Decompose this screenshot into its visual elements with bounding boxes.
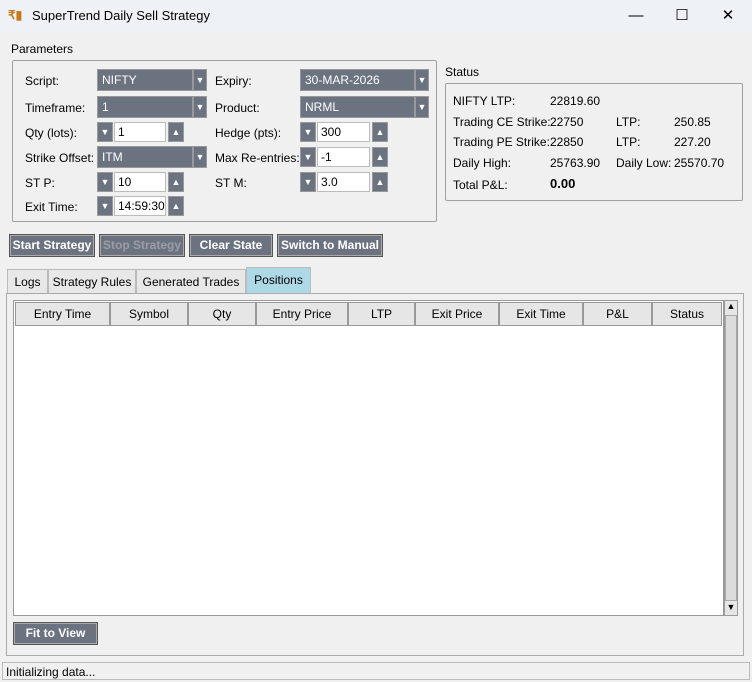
switch-to-manual-button[interactable]: Switch to Manual — [277, 234, 383, 257]
stp-decrement[interactable]: ▼ — [97, 172, 113, 192]
total-pnl-label: Total P&L: — [453, 178, 508, 192]
ce-ltp-label: LTP: — [616, 115, 641, 129]
ce-ltp-value: 250.85 — [674, 115, 711, 129]
stm-label: ST M: — [215, 176, 247, 190]
exit-time-input[interactable]: 14:59:30 — [114, 196, 166, 216]
tab-strategy-rules[interactable]: Strategy Rules — [48, 269, 136, 294]
column-header[interactable]: LTP — [348, 302, 415, 326]
reentries-label: Max Re-entries: — [215, 151, 300, 165]
scroll-up-icon[interactable]: ▲ — [725, 301, 737, 314]
chevron-down-icon[interactable]: ▼ — [415, 69, 429, 91]
daily-low-value: 25570.70 — [674, 156, 725, 170]
expiry-combo[interactable]: 30-MAR-2026 — [300, 69, 415, 91]
script-combo[interactable]: NIFTY — [97, 69, 193, 91]
exit-time-decrement[interactable]: ▼ — [97, 196, 113, 216]
column-header[interactable]: Entry Time — [15, 302, 110, 326]
column-header[interactable]: Entry Price — [256, 302, 348, 326]
tab-generated-trades[interactable]: Generated Trades — [136, 269, 246, 294]
status-bar: Initializing data... — [2, 662, 750, 680]
script-label: Script: — [25, 74, 60, 88]
daily-high-label: Daily High: — [453, 156, 512, 170]
chevron-down-icon[interactable]: ▼ — [193, 146, 207, 168]
reentries-decrement[interactable]: ▼ — [300, 147, 316, 167]
minimize-button[interactable]: — — [616, 4, 656, 28]
column-header[interactable]: Exit Time — [499, 302, 583, 326]
chevron-down-icon[interactable]: ▼ — [415, 96, 429, 118]
exit-time-increment[interactable]: ▲ — [168, 196, 184, 216]
fit-to-view-button[interactable]: Fit to View — [13, 622, 98, 645]
expiry-label: Expiry: — [215, 74, 252, 88]
timeframe-combo[interactable]: 1 — [97, 96, 193, 118]
clear-state-button[interactable]: Clear State — [189, 234, 273, 257]
tab-positions[interactable]: Positions — [246, 267, 311, 294]
qty-decrement[interactable]: ▼ — [97, 122, 113, 142]
positions-table — [13, 300, 724, 616]
close-button[interactable]: ✕ — [708, 4, 748, 28]
reentries-increment[interactable]: ▲ — [372, 147, 388, 167]
total-pnl-value: 0.00 — [550, 176, 576, 191]
qty-increment[interactable]: ▲ — [168, 122, 184, 142]
stp-input[interactable]: 10 — [114, 172, 166, 192]
scrollbar-thumb[interactable] — [725, 315, 737, 601]
column-header[interactable]: P&L — [583, 302, 652, 326]
ce-strike-value: 22750 — [550, 115, 584, 129]
pe-strike-label: Trading PE Strike: — [453, 135, 550, 149]
nifty-ltp-value: 22819.60 — [550, 94, 601, 108]
column-header[interactable]: Exit Price — [415, 302, 499, 326]
hedge-label: Hedge (pts): — [215, 126, 282, 140]
hedge-increment[interactable]: ▲ — [372, 122, 388, 142]
stp-increment[interactable]: ▲ — [168, 172, 184, 192]
stm-input[interactable]: 3.0 — [317, 172, 370, 192]
hedge-decrement[interactable]: ▼ — [300, 122, 316, 142]
stm-decrement[interactable]: ▼ — [300, 172, 316, 192]
daily-low-label: Daily Low: — [616, 156, 672, 170]
maximize-button[interactable]: ☐ — [662, 4, 702, 28]
window-title: SuperTrend Daily Sell Strategy — [32, 8, 210, 23]
product-combo[interactable]: NRML — [300, 96, 415, 118]
reentries-input[interactable]: -1 — [317, 147, 370, 167]
tab-logs[interactable]: Logs — [7, 269, 48, 294]
stm-increment[interactable]: ▲ — [372, 172, 388, 192]
start-strategy-button[interactable]: Start Strategy — [9, 234, 95, 257]
qty-input[interactable]: 1 — [114, 122, 166, 142]
stop-strategy-button[interactable]: Stop Strategy — [99, 234, 185, 257]
column-header[interactable]: Status — [652, 302, 722, 326]
ce-strike-label: Trading CE Strike: — [453, 115, 551, 129]
strike-label: Strike Offset: — [25, 151, 95, 165]
scroll-down-icon[interactable]: ▼ — [725, 602, 737, 615]
pe-ltp-value: 227.20 — [674, 135, 711, 149]
daily-high-value: 25763.90 — [550, 156, 601, 170]
app-icon: ₹▮ — [8, 8, 23, 22]
timeframe-label: Timeframe: — [25, 101, 86, 115]
chevron-down-icon[interactable]: ▼ — [193, 96, 207, 118]
nifty-ltp-label: NIFTY LTP: — [453, 94, 516, 108]
pe-strike-value: 22850 — [550, 135, 584, 149]
column-header[interactable]: Qty — [188, 302, 256, 326]
product-label: Product: — [215, 101, 260, 115]
status-title: Status — [445, 65, 480, 79]
parameters-title: Parameters — [11, 42, 74, 56]
hedge-input[interactable]: 300 — [317, 122, 370, 142]
stp-label: ST P: — [25, 176, 55, 190]
exit-time-label: Exit Time: — [25, 200, 78, 214]
chevron-down-icon[interactable]: ▼ — [193, 69, 207, 91]
column-header[interactable]: Symbol — [110, 302, 188, 326]
pe-ltp-label: LTP: — [616, 135, 641, 149]
strike-offset-combo[interactable]: ITM — [97, 146, 193, 168]
qty-label: Qty (lots): — [25, 126, 78, 140]
